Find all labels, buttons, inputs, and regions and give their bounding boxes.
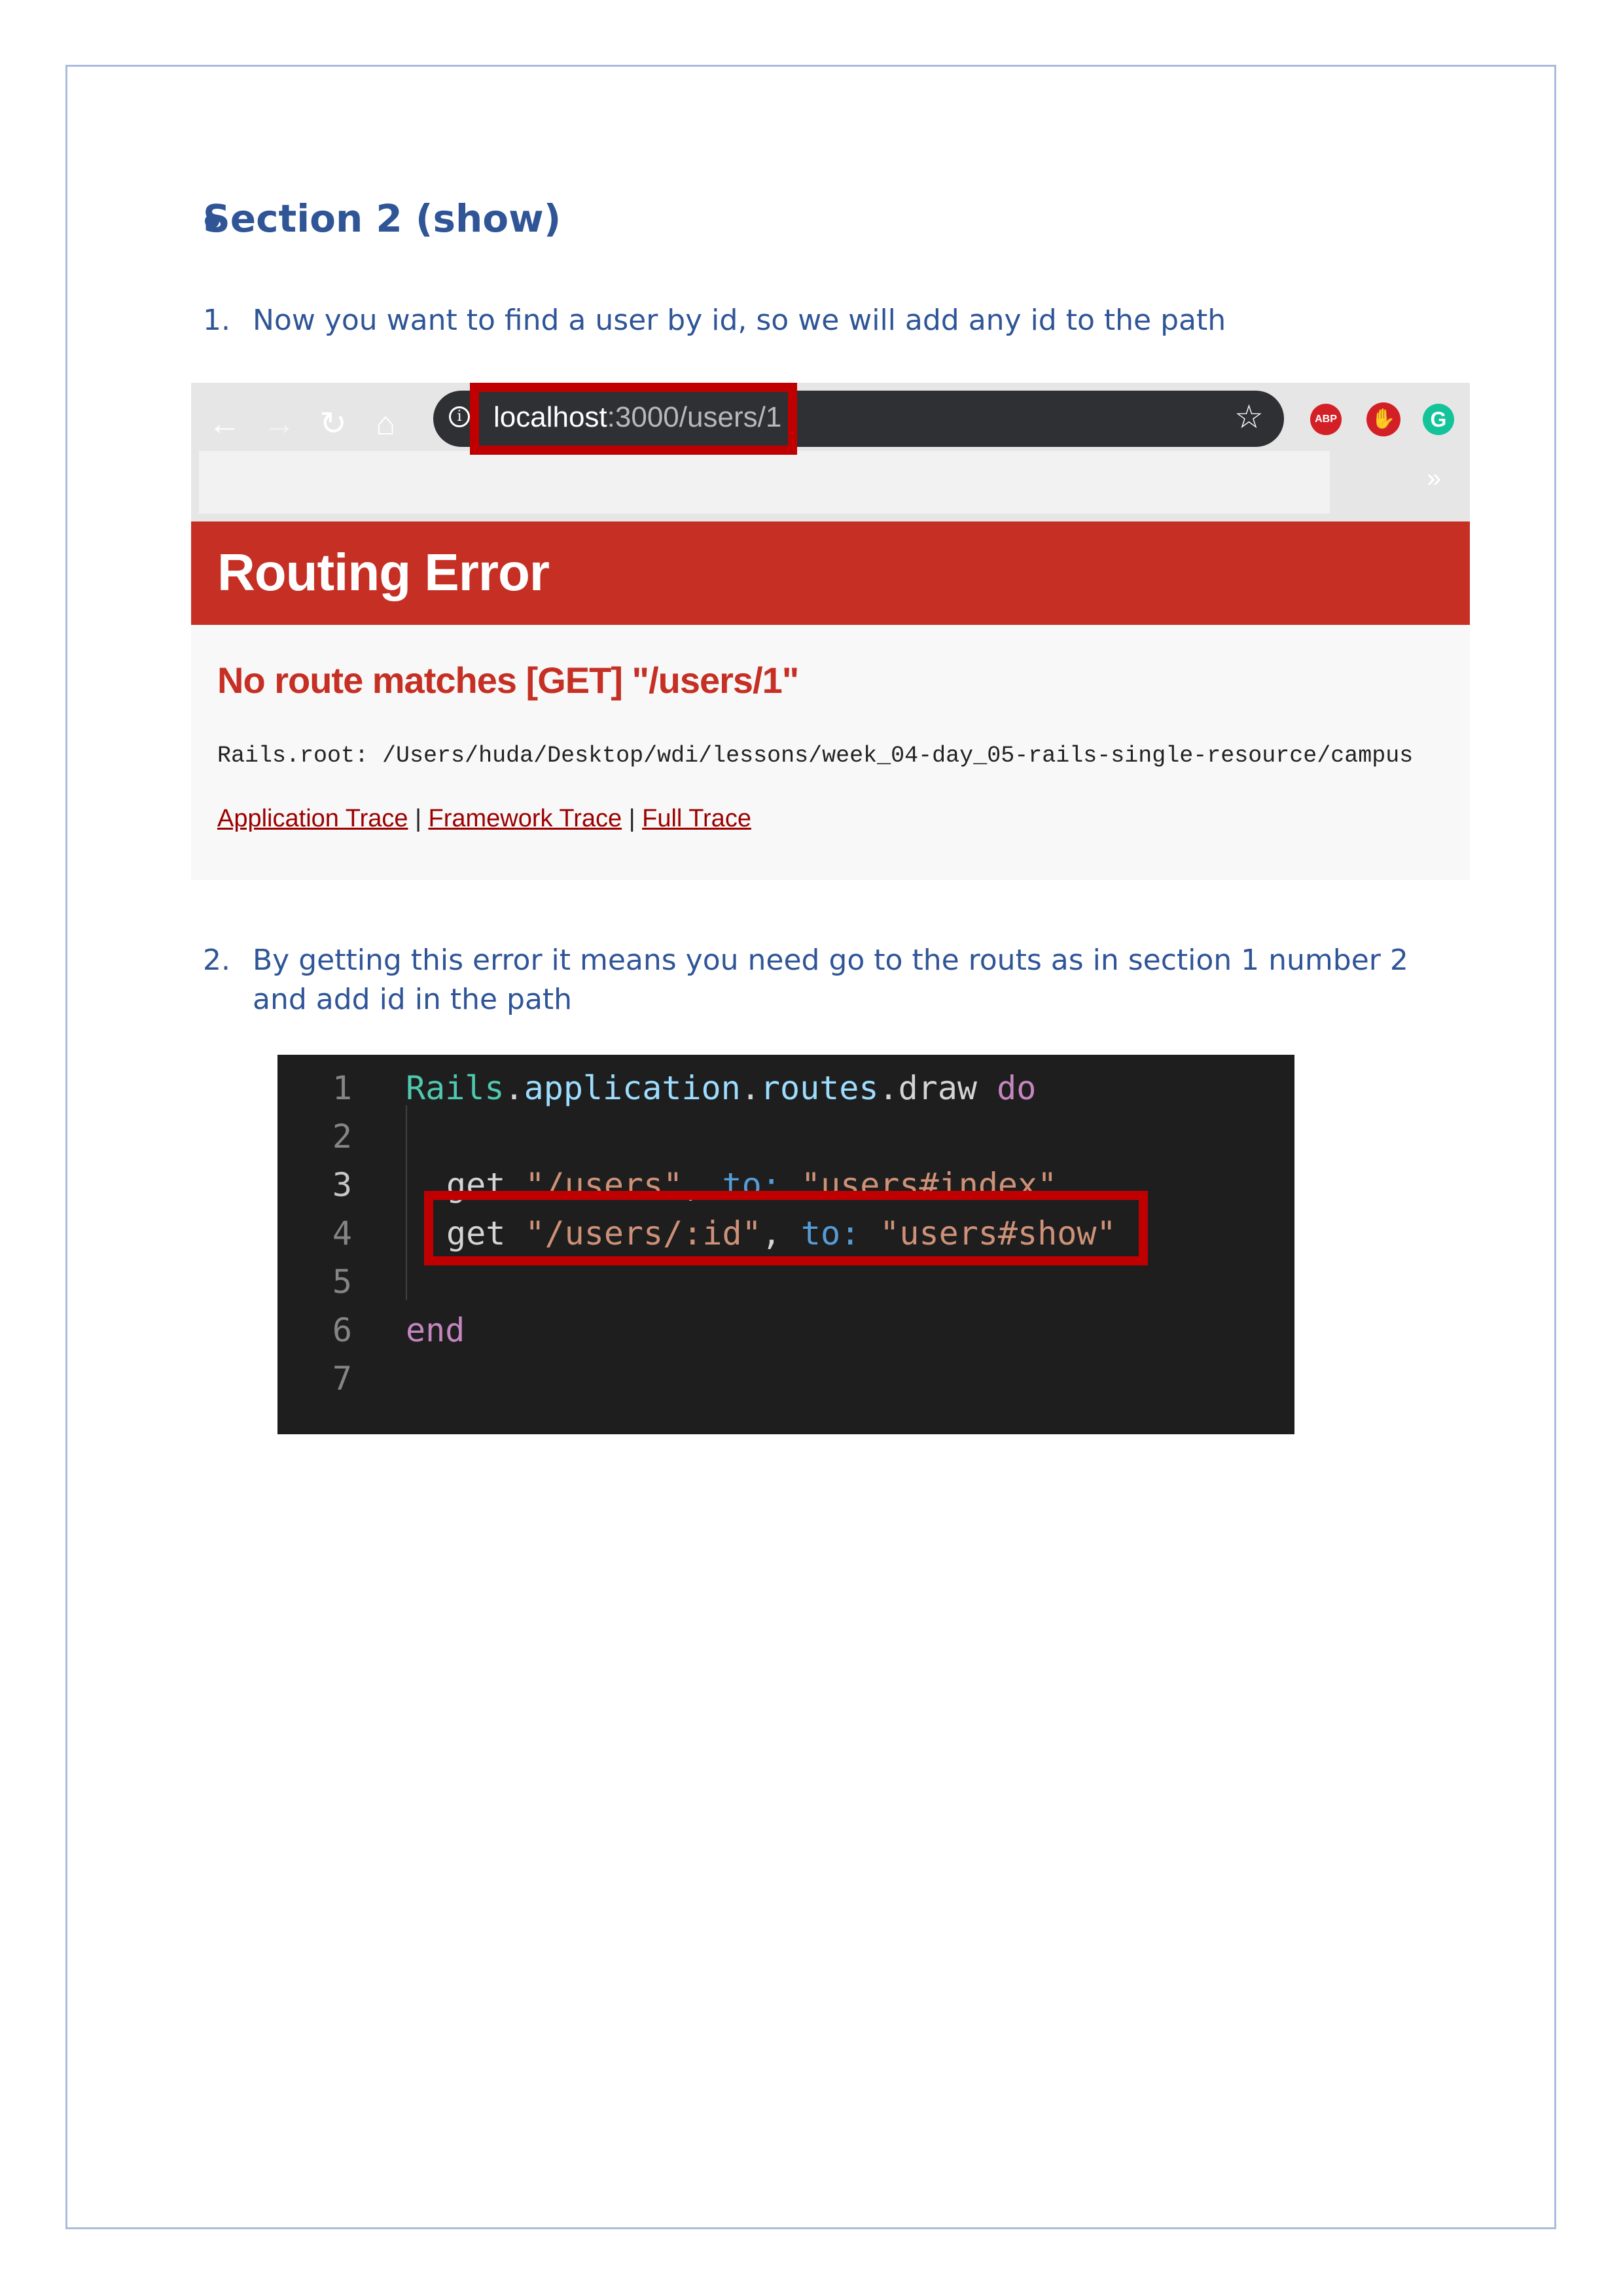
browser-toolbar: ← → ↻ ⌂ i localhost:3000/users/1 ☆ ABP ✋… xyxy=(191,383,1470,521)
code-text: Rails.application.routes.draw do xyxy=(406,1069,1037,1107)
error-header: Routing Error xyxy=(191,521,1470,625)
back-icon[interactable]: ← xyxy=(208,404,241,443)
indent-guide xyxy=(406,1105,407,1300)
line-number: 5 xyxy=(332,1263,352,1301)
bookmarks-more-icon[interactable]: » xyxy=(1427,464,1441,493)
step-number: 1. xyxy=(203,304,230,337)
code-line: 1 Rails.application.routes.draw do xyxy=(277,1064,1294,1112)
line-number: 6 xyxy=(332,1311,352,1349)
grammarly-icon[interactable]: G xyxy=(1423,404,1454,435)
line-number: 2 xyxy=(332,1118,352,1156)
rails-root: Rails.root: /Users/huda/Desktop/wdi/less… xyxy=(217,743,1414,769)
trace-links: Application Trace | Framework Trace | Fu… xyxy=(217,805,751,833)
step-text: By getting this error it means you need … xyxy=(253,944,1408,1016)
code-text: end xyxy=(406,1311,465,1349)
forward-icon[interactable]: → xyxy=(263,404,296,443)
adblock-icon[interactable]: ABP xyxy=(1310,404,1342,435)
line-number: 3 xyxy=(332,1166,352,1204)
code-line: 2 xyxy=(277,1112,1294,1161)
code-highlight-box xyxy=(424,1191,1148,1265)
framework-trace-link[interactable]: Framework Trace xyxy=(429,805,622,832)
code-line: 7 xyxy=(277,1354,1294,1403)
full-trace-link[interactable]: Full Trace xyxy=(642,805,751,832)
stop-hand-icon[interactable]: ✋ xyxy=(1366,402,1400,436)
home-icon[interactable]: ⌂ xyxy=(376,404,395,443)
url-highlight-box xyxy=(470,383,797,455)
trace-separator: | xyxy=(628,805,635,832)
line-number: 1 xyxy=(332,1069,352,1107)
reload-icon[interactable]: ↻ xyxy=(319,404,347,443)
bookmark-star-icon[interactable]: ☆ xyxy=(1234,398,1264,435)
browser-screenshot: ← → ↻ ⌂ i localhost:3000/users/1 ☆ ABP ✋… xyxy=(191,383,1470,880)
step-text: Now you want to find a user by id, so we… xyxy=(253,304,1226,337)
trace-separator: | xyxy=(415,805,421,832)
application-trace-link[interactable]: Application Trace xyxy=(217,805,408,832)
error-message: No route matches [GET] "/users/1" xyxy=(217,660,799,701)
info-icon[interactable]: i xyxy=(449,406,470,427)
section-heading: Section 2 (show) xyxy=(203,196,562,241)
error-title: Routing Error xyxy=(217,543,550,601)
bookmarks-bar xyxy=(199,451,1330,514)
code-line: 6 end xyxy=(277,1306,1294,1354)
step-number: 2. xyxy=(203,944,230,977)
line-number: 7 xyxy=(332,1360,352,1398)
line-number: 4 xyxy=(332,1214,352,1252)
